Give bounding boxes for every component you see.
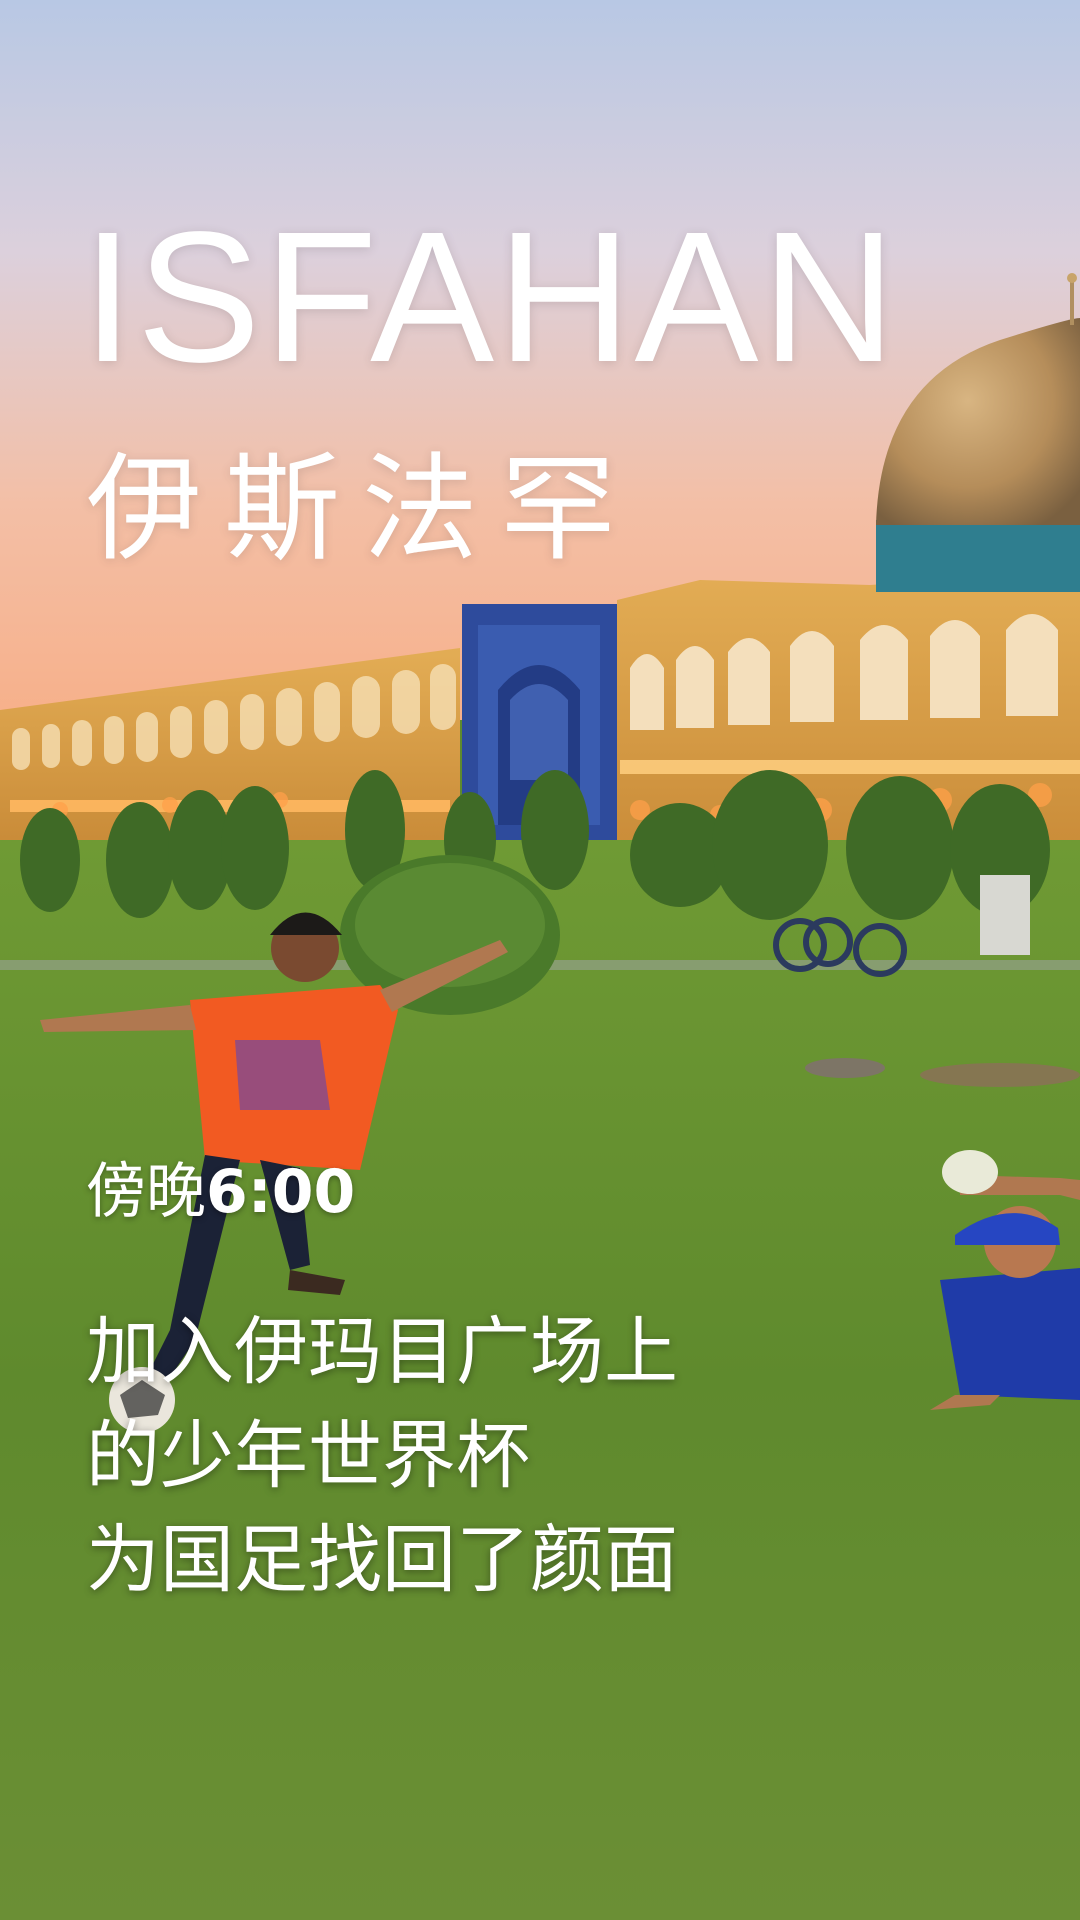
caption-line-2: 的少年世界杯 [86, 1413, 530, 1499]
story-caption: 加入伊玛目广场上 的少年世界杯 为国足找回了颜面 [86, 1300, 678, 1612]
time-prefix: 傍晚 [86, 1157, 206, 1227]
caption-line-1: 加入伊玛目广场上 [86, 1309, 678, 1395]
time-label: 傍晚6:00 [86, 1162, 355, 1222]
city-title-chinese: 伊斯法罕 [86, 442, 638, 577]
caption-line-3: 为国足找回了颜面 [86, 1517, 678, 1603]
city-title-english: ISFAHAN [82, 194, 899, 401]
story-card: ISFAHAN 伊斯法罕 傍晚6:00 加入伊玛目广场上 的少年世界杯 为国足找… [0, 0, 1080, 1920]
time-value: 6:00 [206, 1157, 356, 1227]
